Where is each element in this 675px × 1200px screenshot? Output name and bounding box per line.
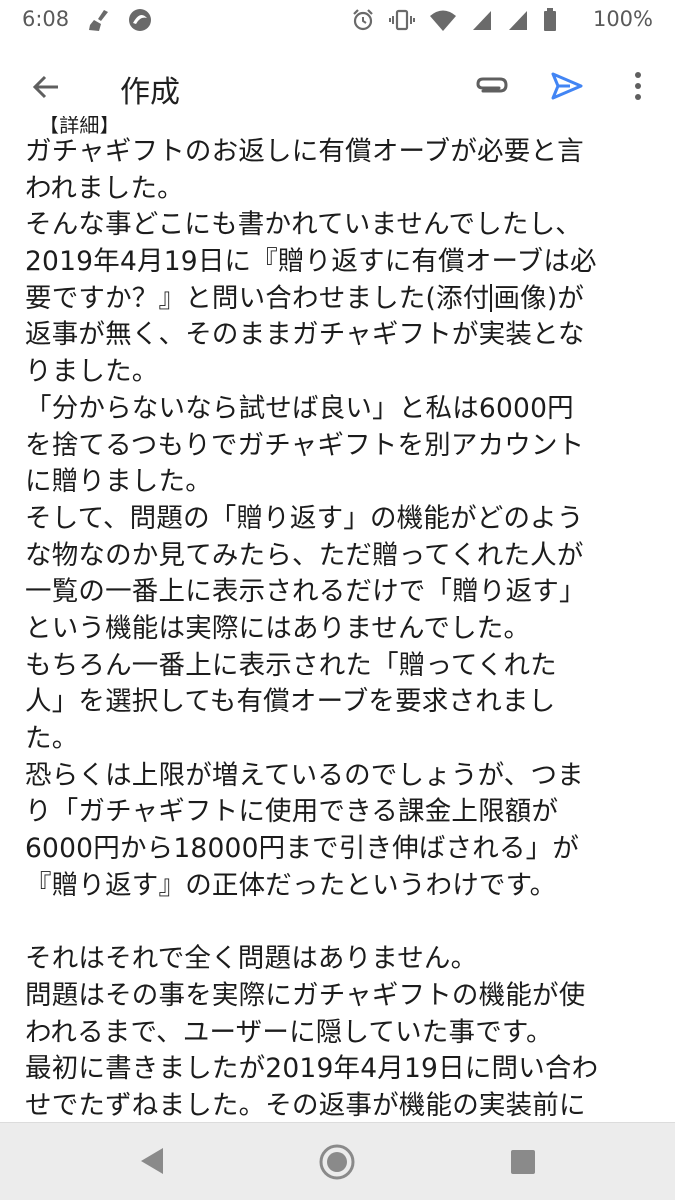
nav-back-icon[interactable] — [137, 1145, 167, 1177]
vibrate-icon — [389, 8, 415, 36]
wifi-icon — [429, 8, 457, 36]
alarm-icon — [351, 8, 375, 36]
body-line: 6000円から18000円まで引き伸ばされる」が — [25, 833, 580, 865]
send-button[interactable] — [543, 64, 591, 112]
body-line: もちろん一番上に表示された「贈ってくれた — [25, 649, 557, 681]
body-line: り「ガチャギフトに使用できる課金上限額が — [25, 796, 559, 828]
compose-body[interactable]: 【詳細】 ガチャギフトのお返しに有償オーブが必要と言 われました。そんな事どこにも… — [0, 116, 675, 1122]
body-line: りました。 — [25, 356, 159, 388]
status-left-icons — [88, 8, 152, 36]
body-line: に贈りました。 — [25, 466, 212, 498]
body-lines-before: ガチャギフトのお返しに有償オーブが必要と言 われました。そんな事どこにも書かれてい… — [25, 134, 655, 281]
body-line: それはそれで全く問題はありません。 — [25, 943, 478, 975]
navigation-bar — [0, 1122, 675, 1200]
body-line: という機能は実際にはありませんでした。 — [25, 612, 531, 644]
more-options-button[interactable] — [614, 64, 662, 112]
body-line: 『贈り返す』の正体だったというわけです。 — [25, 869, 557, 901]
cursor-line-before: 要ですか？』と問い合わせました(添付 — [25, 282, 490, 314]
body-line: 最初に書きましたが2019年4月19日に問い合わ — [25, 1053, 599, 1085]
body-line: われるまで、ユーザーに隠していた事です。 — [25, 1016, 553, 1048]
nav-recents-icon[interactable] — [510, 1149, 536, 1175]
body-line: ガチャギフトのお返しに有償オーブが必要と言 — [25, 136, 584, 167]
back-button[interactable] — [22, 65, 70, 113]
body-lines-after: 返事が無く、そのままガチャギフトが実装とな りました。「分からないなら試せば良い」… — [25, 317, 655, 1122]
body-line: 人」を選択しても有償オーブを要求されまし — [25, 686, 556, 718]
battery-percent: 100% — [592, 7, 653, 31]
compose-body-text[interactable]: 【詳細】 ガチャギフトのお返しに有償オーブが必要と言 われました。そんな事どこにも… — [25, 116, 655, 1122]
battery-icon — [543, 8, 557, 36]
body-line — [25, 904, 655, 941]
body-line: 問題はその事を実際にガチャギフトの機能が使 — [25, 979, 586, 1011]
send-icon — [550, 71, 584, 105]
status-time: 6:08 — [22, 7, 70, 31]
page-title: 作成 — [120, 75, 180, 110]
body-line: た。 — [25, 723, 79, 754]
cursor-line-after: 画像)が — [493, 282, 585, 314]
body-line: 「分からないなら試せば良い」と私は6000円 — [25, 392, 574, 424]
body-line: を捨てるつもりでガチャギフトを別アカウント — [25, 429, 585, 461]
nav-home-icon[interactable] — [318, 1143, 356, 1181]
paperclip-icon — [474, 71, 510, 105]
body-line: われました。 — [25, 172, 184, 204]
cellular-icon — [471, 8, 493, 36]
body-line-cursor: 要ですか？』と問い合わせました(添付 画像)が — [25, 281, 655, 318]
body-line: せでたずねました。その返事が機能の実装前に — [25, 1089, 586, 1121]
back-arrow-icon — [31, 72, 61, 106]
status-right-icons — [351, 8, 557, 36]
cellular-icon-2 — [507, 8, 529, 36]
app-notification-icon — [128, 8, 152, 36]
body-line: 一覧の一番上に表示されるだけで「贈り返す」 — [25, 576, 586, 608]
body-line: 2019年4月19日に『贈り返すに有償オーブは必 — [25, 246, 597, 278]
attach-button[interactable] — [468, 64, 516, 112]
body-line: そんな事どこにも書かれていませんでしたし、 — [25, 209, 582, 241]
body-line: な物なのか見てみたら、ただ贈ってくれた人が — [25, 539, 584, 571]
more-vert-icon — [633, 71, 643, 105]
body-line: 恐らくは上限が増えているのでしょうが、つま — [25, 759, 584, 791]
status-bar: 6:08 100% — [0, 0, 675, 40]
cut-off-line: 【詳細】 — [39, 116, 120, 134]
broom-icon — [88, 8, 114, 36]
body-line: そして、問題の「贈り返す」の機能がどのよう — [25, 502, 584, 534]
screen: 6:08 100% 作成 【詳細】 ガチャギフトのお返しに有償オーブが必要と言 … — [0, 0, 675, 1200]
body-line: 返事が無く、そのままガチャギフトが実装とな — [25, 319, 585, 351]
